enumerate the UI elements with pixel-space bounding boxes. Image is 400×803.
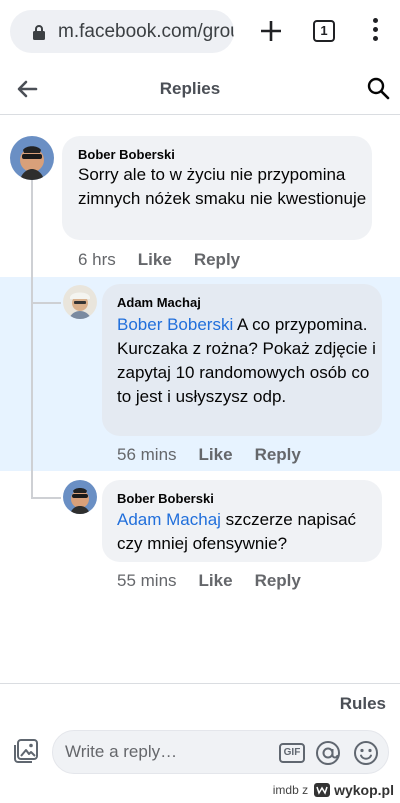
comment-text: Bober Boberski A co przypomina. Kurczaka… (117, 313, 377, 409)
thread-branch (31, 497, 61, 499)
reply-button[interactable]: Reply (194, 250, 240, 270)
replies-header: Replies (0, 64, 400, 115)
comment-time[interactable]: 55 mins (117, 571, 177, 591)
comment-author[interactable]: Adam Machaj (117, 295, 201, 310)
comment-actions: 56 mins Like Reply (117, 445, 301, 465)
mention-link[interactable]: Bober Boberski (117, 315, 233, 334)
comment-time[interactable]: 56 mins (117, 445, 177, 465)
avatar[interactable] (10, 136, 54, 180)
like-button[interactable]: Like (138, 250, 172, 270)
like-button[interactable]: Like (199, 571, 233, 591)
wykop-logo-icon (314, 783, 331, 797)
new-tab-icon[interactable] (258, 18, 284, 44)
tab-switcher-button[interactable]: 1 (313, 20, 335, 42)
thread-branch (31, 302, 61, 304)
url-text: m.facebook.com/group (58, 21, 234, 42)
comment-text: Sorry ale to w życiu nie przypomina zimn… (78, 165, 367, 208)
reply-input[interactable] (65, 740, 265, 764)
footer-divider (0, 683, 400, 684)
page-title: Replies (159, 79, 221, 98)
reply-button[interactable]: Reply (255, 445, 301, 465)
comment-text: Adam Machaj szczerze napisać czy mniej o… (117, 508, 377, 556)
comment-bubble: Bober Boberski Sorry ale to w życiu nie … (62, 136, 372, 240)
menu-icon[interactable] (372, 18, 378, 44)
reply-button[interactable]: Reply (255, 571, 301, 591)
watermark: imdb z wykop.pl (273, 782, 394, 798)
watermark-prefix: imdb z (272, 783, 309, 797)
comment-actions: 6 hrs Like Reply (78, 250, 240, 270)
gif-icon[interactable]: GIF (279, 743, 305, 763)
comment-author[interactable]: Bober Boberski (117, 491, 214, 506)
rules-link[interactable]: Rules (340, 694, 386, 714)
search-icon[interactable] (366, 76, 390, 100)
mention-link[interactable]: Adam Machaj (117, 510, 221, 529)
mention-icon[interactable] (315, 740, 341, 766)
thread-line (31, 180, 33, 498)
reply-composer: GIF (52, 730, 389, 774)
comment-bubble: Bober Boberski Adam Machaj szczerze napi… (102, 480, 382, 562)
emoji-icon[interactable] (353, 740, 379, 766)
tab-count: 1 (320, 23, 328, 38)
browser-toolbar: m.facebook.com/group 1 (0, 0, 400, 64)
address-bar[interactable]: m.facebook.com/group (10, 10, 234, 53)
comment-actions: 55 mins Like Reply (117, 571, 301, 591)
comment-author[interactable]: Bober Boberski (78, 147, 175, 162)
avatar[interactable] (63, 480, 97, 514)
avatar[interactable] (63, 285, 97, 319)
photo-icon[interactable] (13, 738, 39, 764)
watermark-brand: wykop.pl (334, 782, 394, 798)
comment-time[interactable]: 6 hrs (78, 250, 116, 270)
lock-icon (33, 25, 45, 40)
comment-bubble: Adam Machaj Bober Boberski A co przypomi… (102, 284, 382, 436)
like-button[interactable]: Like (199, 445, 233, 465)
